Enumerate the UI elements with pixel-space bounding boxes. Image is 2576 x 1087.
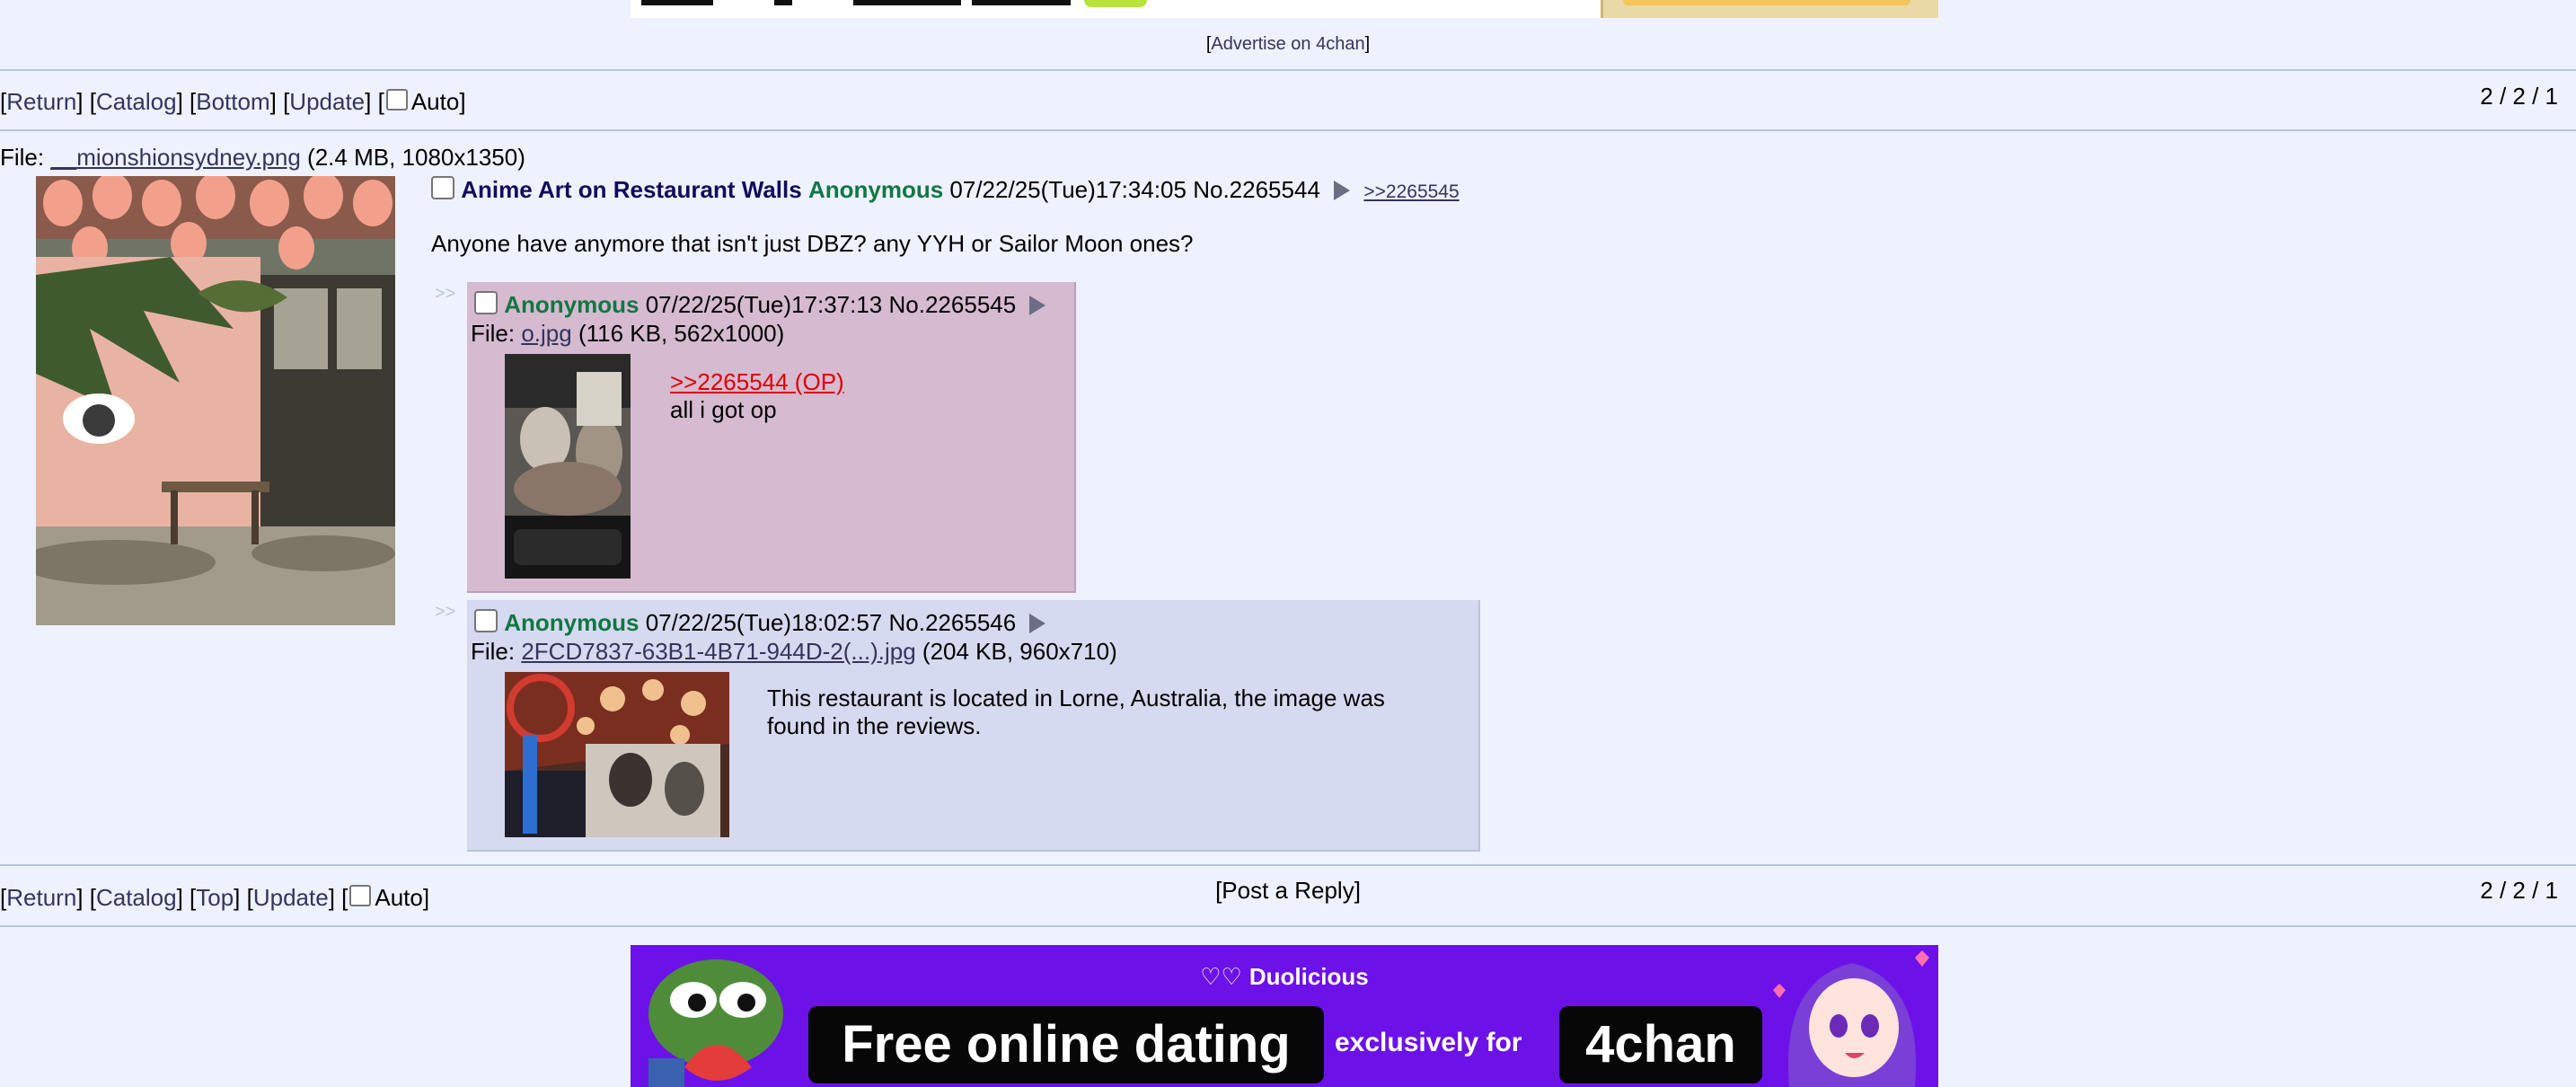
reply-select-checkbox[interactable] [474,291,498,314]
top-nav: [Return] [Catalog] [Bottom] [Update] [Au… [0,88,466,115]
catalog-link[interactable]: Catalog [96,88,177,115]
reply-post: Anonymous 07/22/25(Tue)17:37:13 No.22655… [467,282,1076,593]
divider [0,925,2576,927]
ad-middle-text: exclusively for [1335,1028,1522,1057]
op-thumbnail[interactable] [36,176,395,625]
advertise-line: [Advertise on 4chan] [1205,34,1371,54]
update-link[interactable]: Update [289,88,365,115]
reply-text: all i got op [670,396,777,423]
reply-image [505,354,631,579]
bottom-banner-ad[interactable]: ♡♡ Duolicious Free online dating exclusiv… [631,945,1938,1087]
reply-file-link[interactable]: 2FCD7837-63B1-4B71-944D-2(...).jpg [521,638,915,665]
reply-header: Anonymous 07/22/25(Tue)18:02:57 No.22655… [474,609,1053,637]
op-message: Anyone have anymore that isn't just DBZ?… [431,230,1194,257]
op-backlink[interactable]: >>2265545 [1363,181,1459,202]
hearts-icon: ♡♡ [1200,963,1242,990]
ad-brand: ♡♡ Duolicious [1200,963,1369,990]
top-banner-ad[interactable] [631,0,1938,18]
ad-site-name: 4chan [1559,1006,1762,1083]
reply-side-arrows: >> [435,284,456,304]
reply-post: Anonymous 07/22/25(Tue)18:02:57 No.22655… [467,600,1480,852]
file-meta: (2.4 MB, 1080x1350) [300,144,525,171]
reply-poster-name: Anonymous [504,609,640,636]
reply-side-arrows: >> [435,602,456,622]
file-label: File: [471,638,522,665]
ad-graphic [1084,0,1147,7]
ad-graphic [641,0,713,5]
post-reply-line: [Post a Reply] [1215,877,1361,904]
op-post-number[interactable]: No.2265544 [1193,176,1320,203]
page-counter: 2 / 2 / 1 [2480,877,2558,904]
ad-graphic [972,0,1071,5]
divider [0,864,2576,866]
reply-datetime: 07/22/25(Tue)17:37:13 [645,291,883,318]
advertise-link[interactable]: Advertise on 4chan [1211,34,1364,54]
op-datetime: 07/22/25(Tue)17:34:05 [949,176,1187,203]
op-file-link[interactable]: __mionshionsydney.png [50,144,300,171]
post-reply-link[interactable]: Post a Reply [1222,877,1354,904]
ad-button-area [1601,0,1938,18]
file-meta: (204 KB, 960x710) [915,638,1117,665]
reply-post-number[interactable]: No.2265545 [889,291,1017,318]
ad-button[interactable] [1623,0,1910,5]
reply-select-checkbox[interactable] [474,609,498,632]
reply-image [505,672,729,837]
op-header: Anime Art on Restaurant Walls Anonymous … [431,176,1460,204]
file-meta: (116 KB, 562x1000) [571,320,785,347]
op-poster-name: Anonymous [807,176,944,203]
quote-link[interactable]: >>2265544 (OP) [670,368,844,395]
return-link[interactable]: Return [6,88,76,115]
bottom-link[interactable]: Bottom [196,88,269,115]
ad-graphic [774,0,792,5]
file-label: File: [0,144,51,171]
op-select-checkbox[interactable] [431,176,454,199]
auto-label: Auto [410,88,460,115]
file-label: File: [471,320,522,347]
reply-poster-name: Anonymous [504,291,640,318]
divider [0,69,2576,71]
reply-file-info: File: 2FCD7837-63B1-4B71-944D-2(...).jpg… [471,638,1117,666]
ad-graphic [853,0,961,5]
reply-post-number[interactable]: No.2265546 [889,609,1017,636]
op-file-info: File: __mionshionsydney.png (2.4 MB, 108… [0,144,525,172]
divider [0,129,2576,131]
reply-file-info: File: o.jpg (116 KB, 562x1000) [471,320,784,348]
reply-thumbnail[interactable] [505,672,729,837]
reply-message: >>2265544 (OP) all i got op [670,368,844,424]
anime-girl-mascot-icon [1771,945,1938,1087]
reply-file-link[interactable]: o.jpg [521,320,571,347]
post-menu-icon[interactable] [1029,614,1046,633]
ad-headline: Free online dating [808,1006,1324,1083]
reply-thumbnail[interactable] [505,354,631,579]
auto-update-checkbox[interactable] [385,89,408,110]
op-image [36,176,395,625]
page-counter: 2 / 2 / 1 [2480,83,2558,110]
post-menu-icon[interactable] [1029,296,1046,315]
reply-datetime: 07/22/25(Tue)18:02:57 [645,609,883,636]
reply-message: This restaurant is located in Lorne, Aus… [767,685,1385,739]
op-subject: Anime Art on Restaurant Walls [461,176,802,203]
post-menu-icon[interactable] [1334,181,1351,200]
reply-header: Anonymous 07/22/25(Tue)17:37:13 No.22655… [474,291,1053,319]
